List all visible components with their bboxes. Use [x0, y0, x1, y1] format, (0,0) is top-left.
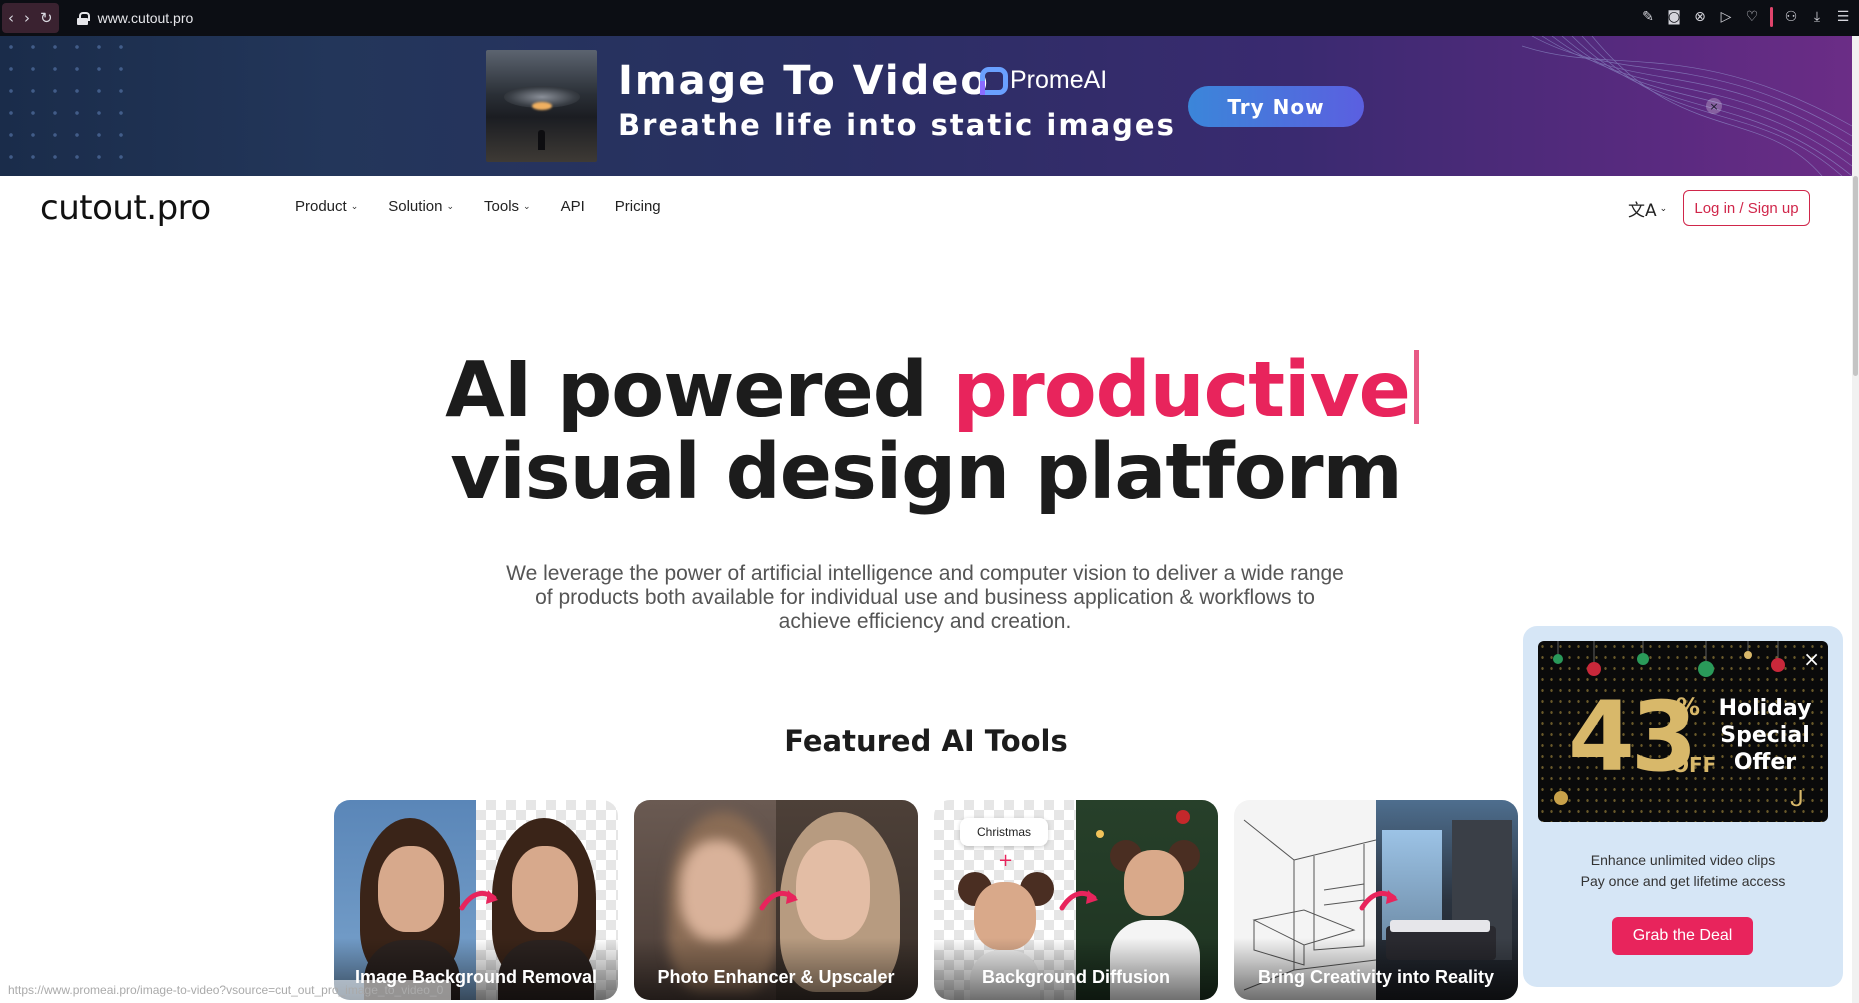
promo-line-2: Pay once and get lifetime access [1580, 873, 1786, 889]
grab-the-deal-button[interactable]: Grab the Deal [1612, 917, 1753, 955]
menu-item-label: API [560, 198, 585, 215]
plus-icon: + [998, 850, 1014, 871]
menu-item-solution[interactable]: Solution ⌄ [388, 198, 454, 215]
heart-icon[interactable]: ♡ [1744, 9, 1760, 25]
try-now-button[interactable]: Try Now [1188, 86, 1364, 127]
card-label: Photo Enhancer & Upscaler [634, 938, 918, 1000]
transform-arrow-icon [1359, 890, 1398, 911]
browser-nav-buttons: ‹ › ↻ [2, 3, 59, 33]
menu-item-label: Pricing [614, 198, 661, 215]
hero-subtitle: We leverage the power of artificial inte… [506, 562, 1344, 633]
ad-brand: PromeAI [980, 66, 1107, 95]
chevron-down-icon: ⌄ [350, 201, 359, 212]
page-scrollbar[interactable] [1852, 36, 1859, 1003]
hero-line-1: AI powered productive [0, 350, 1852, 432]
ad-thumbnail-image [486, 50, 597, 162]
tool-card-background-removal[interactable]: Image Background Removal [334, 800, 618, 1000]
site-header: cutout.pro Product ⌄ Solution ⌄ Tools ⌄ … [0, 176, 1852, 240]
address-bar[interactable]: www.cutout.pro [76, 10, 194, 26]
transform-arrow-icon [759, 890, 798, 911]
chevron-down-icon: ⌄ [1659, 203, 1668, 214]
menu-item-tools[interactable]: Tools ⌄ [484, 198, 531, 215]
promo-line-1: Enhance unlimited video clips [1590, 852, 1776, 868]
hero-line-2: visual design platform [450, 428, 1403, 517]
menu-item-label: Product [295, 198, 347, 215]
profile-icon[interactable]: ⚇ [1783, 9, 1799, 25]
promo-banner-image: 43 % OFF Holiday Special Offer ᒍ × [1538, 641, 1828, 822]
menu-item-label: Tools [484, 198, 520, 215]
send-icon[interactable]: ▷ [1718, 9, 1734, 25]
ornaments-decoration [1553, 641, 1785, 677]
transform-arrow-icon [1059, 890, 1098, 911]
menu-item-api[interactable]: API [561, 198, 585, 215]
shield-icon[interactable]: ⊗ [1692, 9, 1708, 25]
holiday-promo-popup: 43 % OFF Holiday Special Offer ᒍ × Enhan… [1523, 626, 1843, 987]
menu-item-pricing[interactable]: Pricing [615, 198, 661, 215]
ad-brand-name: PromeAI [1010, 66, 1108, 94]
login-signup-button[interactable]: Log in / Sign up [1683, 190, 1810, 226]
ornament-ball-graphic [1554, 791, 1568, 805]
language-selector[interactable]: 文A ⌄ [1628, 196, 1667, 221]
ad-title: Image To Video [618, 58, 990, 104]
url-text: www.cutout.pro [97, 10, 194, 26]
hero-accent-word: productive [952, 346, 1411, 435]
browser-extension-icons: ✎ ◙ ⊗ ▷ ♡ ⚇ ⤓ ☰ [1640, 7, 1851, 27]
hero-title: AI powered productive visual design plat… [0, 350, 1852, 514]
lock-icon [76, 11, 90, 25]
banner-waves-decoration [1522, 36, 1852, 176]
transform-arrow-icon [459, 890, 498, 911]
forward-icon[interactable]: › [24, 9, 30, 27]
promo-headline: Holiday Special Offer [1718, 696, 1812, 775]
candy-cane-icon: ᒍ [1790, 787, 1804, 812]
promo-description: Enhance unlimited video clips Pay once a… [1523, 850, 1843, 892]
reload-icon[interactable]: ↻ [40, 9, 53, 27]
typing-cursor [1413, 350, 1419, 424]
hero-line-1-plain: AI powered [445, 346, 953, 435]
promo-percent-sign: % [1676, 693, 1701, 721]
promeai-logo-icon [980, 66, 1008, 95]
ad-close-icon[interactable]: × [1706, 98, 1722, 114]
tool-card-background-diffusion[interactable]: Christmas + Background Diffusion [934, 800, 1218, 1000]
edit-icon[interactable]: ✎ [1640, 9, 1656, 25]
translate-icon: 文A [1628, 201, 1657, 221]
person-silhouette-graphic [538, 130, 545, 150]
back-icon[interactable]: ‹ [8, 9, 14, 27]
ad-banner[interactable]: Image To Video PromeAI Breathe life into… [0, 36, 1852, 176]
scrollbar-thumb[interactable] [1853, 176, 1858, 376]
tool-card-photo-enhancer[interactable]: Photo Enhancer & Upscaler [634, 800, 918, 1000]
browser-status-bar: https://www.promeai.pro/image-to-video?v… [0, 980, 452, 1003]
engine-glow-graphic [532, 102, 552, 110]
ad-subtitle: Breathe life into static images [618, 108, 1176, 142]
main-menu: Product ⌄ Solution ⌄ Tools ⌄ API Pricing [295, 198, 691, 215]
download-icon[interactable]: ⤓ [1809, 9, 1825, 25]
menu-item-product[interactable]: Product ⌄ [295, 198, 358, 215]
menu-item-label: Solution [388, 198, 443, 215]
menu-icon[interactable]: ☰ [1835, 9, 1851, 25]
card-label: Bring Creativity into Reality [1234, 938, 1518, 1000]
camera-icon[interactable]: ◙ [1666, 9, 1682, 25]
christmas-tag: Christmas [960, 818, 1048, 846]
chevron-down-icon: ⌄ [446, 201, 455, 212]
site-logo[interactable]: cutout.pro [40, 188, 211, 228]
banner-dots-decoration [0, 36, 140, 176]
tool-card-creativity-reality[interactable]: Bring Creativity into Reality [1234, 800, 1518, 1000]
card-label: Background Diffusion [934, 938, 1218, 1000]
promo-close-icon[interactable]: × [1803, 647, 1820, 671]
browser-toolbar: ‹ › ↻ www.cutout.pro ✎ ◙ ⊗ ▷ ♡ ⚇ ⤓ ☰ [0, 0, 1859, 36]
toolbar-separator [1770, 7, 1773, 27]
chevron-down-icon: ⌄ [523, 201, 531, 212]
